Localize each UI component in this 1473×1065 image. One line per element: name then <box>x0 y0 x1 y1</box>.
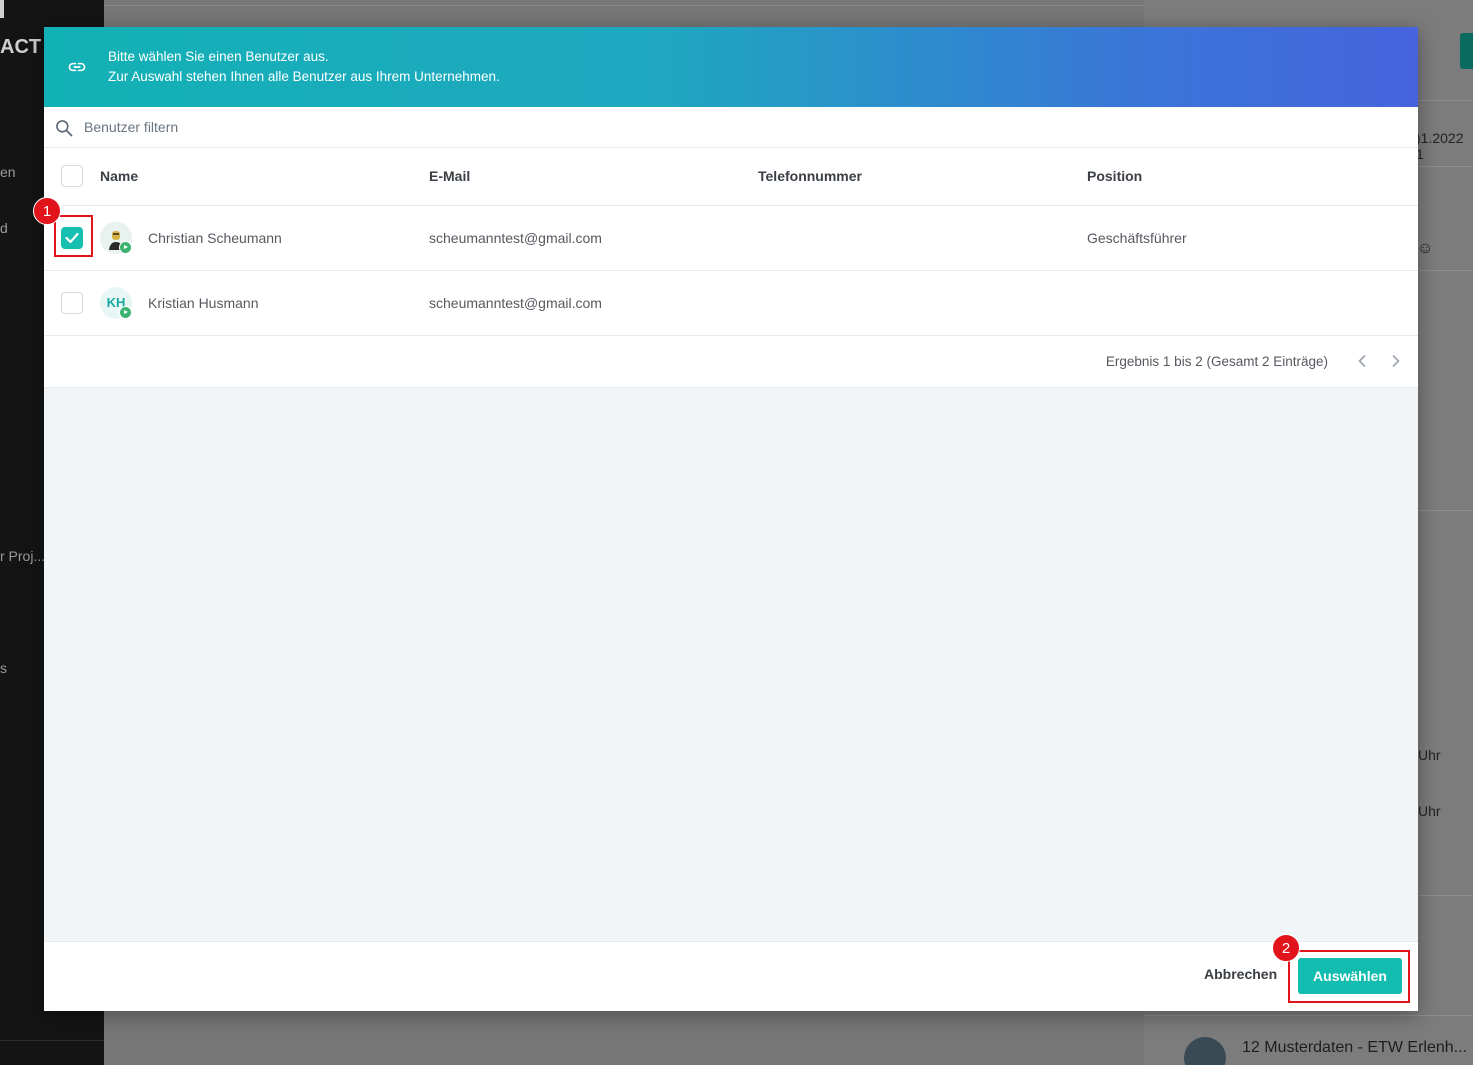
link-icon <box>68 62 86 72</box>
table-row[interactable]: KH Kristian Husmann scheumanntest@gmail.… <box>44 271 1418 336</box>
chevron-right-icon[interactable] <box>1388 352 1404 370</box>
users-table: Name E-Mail Telefonnummer Position Chris… <box>44 148 1418 388</box>
highlight-box-select-button <box>1288 950 1410 1003</box>
time-text: Uhr <box>1418 803 1441 819</box>
sidebar-item: r Proj... <box>0 548 46 564</box>
dialog-subtext: Zur Auswahl stehen Ihnen alle Benutzer a… <box>108 69 500 84</box>
row-checkbox[interactable] <box>61 292 83 314</box>
dialog-header: Bitte wählen Sie einen Benutzer aus. Zur… <box>44 27 1418 107</box>
chevron-left-icon[interactable] <box>1354 352 1370 370</box>
divider <box>104 5 1144 6</box>
status-play-icon <box>119 306 132 319</box>
date-text: )1.2022 1 <box>1416 130 1464 162</box>
user-name: Kristian Husmann <box>148 295 259 311</box>
sidebar-item: d <box>0 220 8 236</box>
column-header-position[interactable]: Position <box>1087 168 1142 184</box>
project-thumbnail <box>1184 1037 1226 1065</box>
search-icon <box>56 120 73 137</box>
dialog-instruction: Bitte wählen Sie einen Benutzer aus. <box>108 49 329 64</box>
dialog-footer: Abbrechen Auswählen <box>44 941 1418 1011</box>
status-play-icon <box>119 241 132 254</box>
user-name: Christian Scheumann <box>148 230 282 246</box>
emoji-icon: ☺ <box>1417 240 1434 257</box>
highlight-box-checkbox <box>54 215 93 257</box>
user-email: scheumanntest@gmail.com <box>429 295 602 311</box>
search-input[interactable] <box>84 116 684 138</box>
search-bar <box>44 107 1418 148</box>
logo-bar <box>0 0 4 18</box>
pagination-info: Ergebnis 1 bis 2 (Gesamt 2 Einträge) <box>1105 354 1328 369</box>
sidebar-divider <box>0 1040 104 1041</box>
cancel-button[interactable]: Abbrechen <box>1204 966 1277 982</box>
project-title: 12 Musterdaten - ETW Erlenh... <box>1242 1039 1467 1056</box>
sidebar-item: en <box>0 164 16 180</box>
avatar: KH <box>100 287 132 319</box>
column-header-phone[interactable]: Telefonnummer <box>758 168 862 184</box>
user-position: Geschäftsführer <box>1087 230 1187 246</box>
user-select-dialog: Bitte wählen Sie einen Benutzer aus. Zur… <box>44 27 1418 1011</box>
table-row[interactable]: Christian Scheumann scheumanntest@gmail.… <box>44 206 1418 271</box>
column-header-email[interactable]: E-Mail <box>429 168 470 184</box>
column-header-name[interactable]: Name <box>100 168 138 184</box>
sidebar-item: s <box>0 660 7 676</box>
app-logo: ACT <box>0 36 42 58</box>
step-badge-1: 1 <box>33 197 61 225</box>
user-email: scheumanntest@gmail.com <box>429 230 602 246</box>
pagination: Ergebnis 1 bis 2 (Gesamt 2 Einträge) <box>44 336 1418 388</box>
avatar <box>100 222 132 254</box>
table-header: Name E-Mail Telefonnummer Position <box>44 148 1418 206</box>
divider <box>1144 1015 1473 1016</box>
background-action-button <box>1460 33 1473 69</box>
time-text: Uhr <box>1418 747 1441 763</box>
step-badge-2: 2 <box>1272 934 1300 962</box>
select-all-checkbox[interactable] <box>61 165 83 187</box>
